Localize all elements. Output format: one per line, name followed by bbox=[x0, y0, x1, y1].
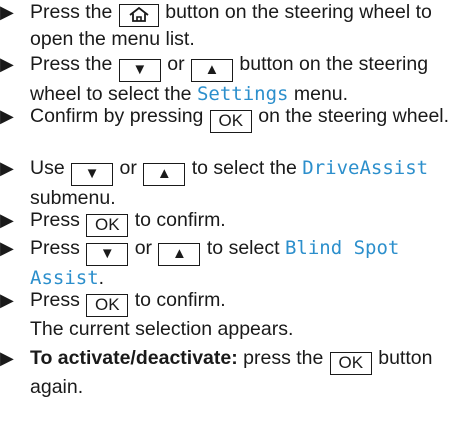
settings-menu-name: Settings bbox=[196, 83, 289, 105]
step-2-text-end: menu. bbox=[293, 83, 349, 105]
bullet-arrow-icon: ▶ bbox=[0, 238, 14, 258]
step-3-text-a: Confirm by pressing bbox=[30, 105, 204, 127]
step-5: ▶ Press OK to confirm. bbox=[0, 208, 226, 237]
bullet-arrow-icon: ▶ bbox=[0, 2, 14, 22]
home-icon bbox=[129, 6, 149, 22]
step-1: ▶ Press the button on the steering wheel… bbox=[0, 0, 463, 51]
ok-button-key: OK bbox=[329, 352, 372, 375]
bullet-arrow-icon: ▶ bbox=[0, 106, 14, 126]
step-6-text-b: to select bbox=[206, 237, 280, 259]
bullet-arrow-icon: ▶ bbox=[0, 290, 14, 310]
step-6-text-end: . bbox=[98, 267, 105, 289]
driveassist-menu-name: DriveAssist bbox=[302, 157, 429, 179]
step-6: ▶ Press ▼ or ▲ to select Blind Spot Assi… bbox=[0, 236, 463, 290]
up-button-key: ▲ bbox=[143, 163, 186, 186]
step-6-or: or bbox=[134, 237, 153, 259]
up-button-key: ▲ bbox=[190, 59, 233, 82]
ok-button-key: OK bbox=[86, 294, 129, 317]
step-7-text-a: Press bbox=[30, 289, 80, 311]
step-8: ▶ To activate/deactivate: press the OK b… bbox=[0, 346, 463, 399]
home-button-key bbox=[118, 4, 159, 27]
step-5-text-a: Press bbox=[30, 209, 80, 231]
step-8-text-a: press the bbox=[243, 347, 324, 369]
step-4-or: or bbox=[119, 157, 137, 179]
bullet-arrow-icon: ▶ bbox=[0, 54, 14, 74]
step-2-or: or bbox=[167, 53, 185, 75]
step-3-text-b: on the steering wheel. bbox=[258, 105, 450, 127]
step-7: ▶ Press OK to confirm. The current selec… bbox=[0, 288, 293, 341]
bullet-arrow-icon: ▶ bbox=[0, 158, 14, 178]
step-7-text-b: to confirm. bbox=[134, 289, 226, 311]
ok-button-key: OK bbox=[209, 110, 252, 133]
step-2-text-a: Press the bbox=[30, 53, 113, 75]
step-4-text-a: Use bbox=[30, 157, 65, 179]
step-3: ▶ Confirm by pressing OK on the steering… bbox=[0, 104, 449, 133]
step-7-result-text: The current selection appears. bbox=[30, 318, 294, 340]
up-button-key: ▲ bbox=[158, 243, 201, 266]
step-8-bold-lead: To activate/deactivate: bbox=[30, 347, 238, 369]
step-4: ▶ Use ▼ or ▲ to select the DriveAssist s… bbox=[0, 156, 463, 210]
down-button-key: ▼ bbox=[86, 243, 129, 266]
step-4-text-end: submenu. bbox=[30, 187, 116, 209]
step-1-text-a: Press the bbox=[30, 1, 113, 23]
step-4-text-b: to select the bbox=[191, 157, 297, 179]
bullet-arrow-icon: ▶ bbox=[0, 348, 14, 368]
step-2: ▶ Press the ▼ or ▲ button on the steerin… bbox=[0, 52, 463, 106]
down-button-key: ▼ bbox=[118, 59, 161, 82]
step-5-text-b: to confirm. bbox=[134, 209, 226, 231]
ok-button-key: OK bbox=[86, 214, 129, 237]
step-6-text-a: Press bbox=[30, 237, 80, 259]
bullet-arrow-icon: ▶ bbox=[0, 210, 14, 230]
down-button-key: ▼ bbox=[71, 163, 114, 186]
